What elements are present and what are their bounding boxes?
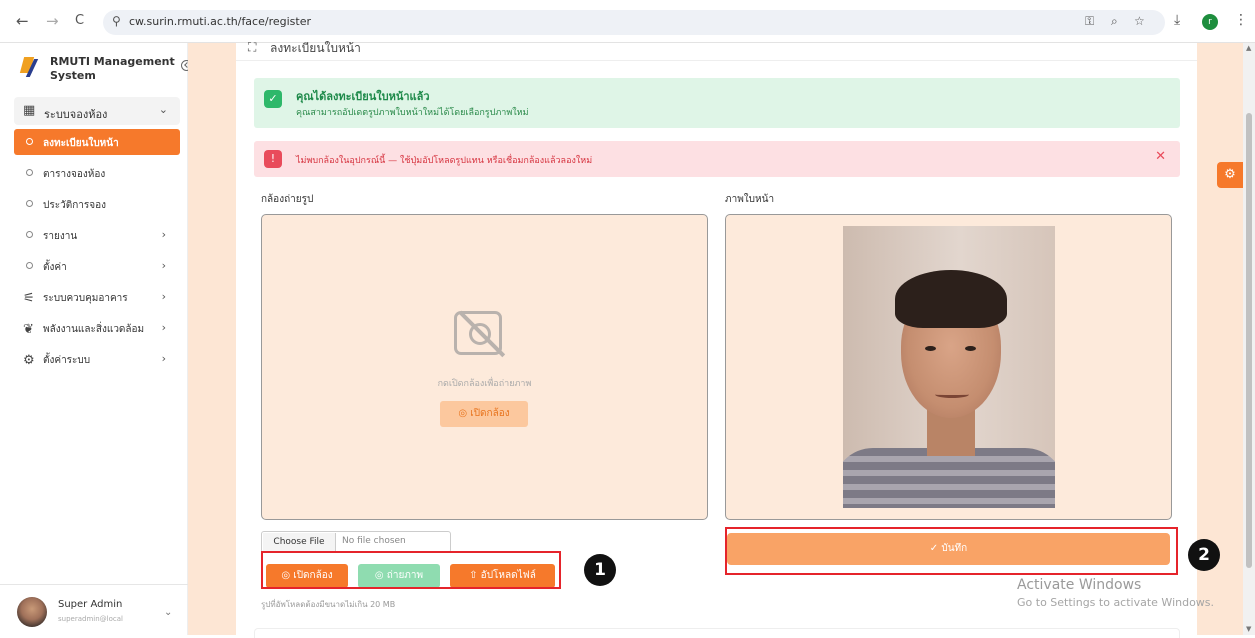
highlight-box-1: [261, 551, 561, 589]
close-icon[interactable]: ✕: [1155, 149, 1166, 164]
settings-float-gear-icon[interactable]: ⚙: [1217, 162, 1243, 188]
user-profile[interactable]: Super Admin superadmin@local ⌄: [0, 584, 188, 635]
nav-group-room-booking[interactable]: ▦ ระบบจองห้อง ⌄: [14, 97, 180, 125]
success-title: คุณได้ลงทะเบียนใบหน้าแล้ว: [296, 90, 430, 103]
check-circle-icon: ✓: [264, 90, 282, 108]
nav-item-label: ประวัติการจอง: [43, 200, 106, 211]
step-badge-1: 1: [584, 554, 616, 586]
chevron-down-icon: ⌄: [164, 607, 173, 618]
user-name: Super Admin: [58, 599, 123, 610]
error-text: ไม่พบกล้องในอุปกรณ์นี้ — ใช้ปุ่มอัปโหลดร…: [296, 156, 593, 166]
leaf-icon: ❦: [23, 322, 34, 337]
gear-icon: ⚙: [23, 353, 35, 368]
chevron-right-icon: ›: [161, 290, 166, 303]
upload-size-note: รูปที่อัพโหลดต้องมีขนาดไม่เกิน 20 MB: [261, 600, 396, 609]
reload-icon[interactable]: C: [75, 12, 84, 30]
circle-icon: [26, 262, 33, 269]
password-key-icon[interactable]: ⚿: [1085, 14, 1094, 29]
nav-item-label: ตั้งค่า: [43, 262, 67, 273]
face-photo: [843, 226, 1055, 508]
activate-windows-title: Activate Windows: [1017, 577, 1142, 593]
circle-icon: [26, 200, 33, 207]
scroll-down-icon[interactable]: ▼: [1246, 625, 1251, 633]
nav-section-label: ระบบควบคุมอาคาร: [43, 293, 128, 304]
circle-icon: [26, 138, 33, 145]
card-header: ⛶ ลงทะเบียนใบหน้า: [236, 40, 1197, 61]
calendar-icon: ▦: [23, 103, 36, 118]
nav-section-label: พลังงานและสิ่งแวดล้อม: [43, 324, 145, 335]
zoom-icon[interactable]: ⌕: [1111, 14, 1118, 29]
address-bar[interactable]: ⚲ cw.surin.rmuti.ac.th/face/register ⚿ ⌕…: [103, 10, 1165, 35]
nav-item-label: ตารางจองห้อง: [43, 169, 106, 180]
error-alert: ! ไม่พบกล้องในอุปกรณ์นี้ — ใช้ปุ่มอัปโหล…: [254, 141, 1180, 177]
camera-hint: กดเปิดกล้องเพื่อถ่ายภาพ: [437, 379, 532, 389]
page-title: ลงทะเบียนใบหน้า: [270, 41, 361, 55]
browser-toolbar: ← → C ⚲ cw.surin.rmuti.ac.th/face/regist…: [0, 0, 1255, 43]
nav-section-label: ตั้งค่าระบบ: [43, 355, 91, 366]
brand-name: RMUTI Management System: [50, 55, 175, 83]
success-subtitle: คุณสามารถอัปเดตรูปภาพใบหน้าใหม่ได้โดยเลื…: [296, 108, 529, 118]
menu-kebab-icon[interactable]: ⋮: [1234, 12, 1248, 28]
nav-item-face-register[interactable]: ลงทะเบียนใบหน้า: [14, 129, 180, 155]
sliders-icon: ⚟: [23, 291, 35, 306]
circle-icon: [26, 231, 33, 238]
rmuti-logo: [19, 57, 42, 81]
nav-section-building-control[interactable]: ⚟ ระบบควบคุมอาคาร ›: [14, 285, 180, 309]
chevron-down-icon: ⌄: [158, 103, 168, 116]
brand-line1: RMUTI Management: [50, 55, 175, 68]
nav-item-reports[interactable]: รายงาน ›: [14, 223, 180, 247]
nav-item-label: รายงาน: [43, 231, 78, 242]
nav-section-energy[interactable]: ❦ พลังงานและสิ่งแวดล้อม ›: [14, 316, 180, 340]
alert-circle-icon: !: [264, 150, 282, 168]
chevron-right-icon: ›: [161, 228, 166, 241]
avatar: [17, 597, 47, 627]
scrollbar-thumb[interactable]: [1246, 113, 1252, 568]
activate-windows-subtitle: Go to Settings to activate Windows.: [1017, 596, 1215, 609]
camera-off-icon: [454, 311, 502, 355]
file-input[interactable]: Choose File No file chosen: [261, 531, 451, 553]
nav-item-booking-table[interactable]: ตารางจองห้อง: [14, 161, 180, 185]
scrollbar[interactable]: ▲ ▼: [1243, 43, 1255, 635]
camera-label: กล้องถ่ายรูป: [261, 194, 314, 205]
chevron-right-icon: ›: [161, 352, 166, 365]
step-badge-2: 2: [1188, 539, 1220, 571]
highlight-box-2: [725, 527, 1178, 575]
nav-item-settings[interactable]: ตั้งค่า ›: [14, 254, 180, 278]
user-email: superadmin@local: [58, 615, 123, 623]
chevron-right-icon: ›: [161, 259, 166, 272]
scroll-up-icon[interactable]: ▲: [1246, 44, 1251, 52]
next-card-edge: [254, 628, 1180, 638]
back-icon[interactable]: ←: [16, 12, 29, 30]
success-alert: ✓ คุณได้ลงทะเบียนใบหน้าแล้ว คุณสามารถอัป…: [254, 78, 1180, 128]
sidebar: RMUTI Management System ▦ ระบบจองห้อง ⌄ …: [0, 43, 192, 635]
forward-icon[interactable]: →: [46, 12, 59, 30]
nav-item-label: ลงทะเบียนใบหน้า: [43, 138, 119, 149]
nav-item-booking-history[interactable]: ประวัติการจอง: [14, 192, 180, 216]
nav-section-system-settings[interactable]: ⚙ ตั้งค่าระบบ ›: [14, 347, 180, 371]
face-preview-panel: [725, 214, 1172, 520]
user-scan-icon: ⛶: [248, 40, 257, 54]
face-image-label: ภาพใบหน้า: [725, 194, 775, 205]
open-camera-center-button[interactable]: ◎ เปิดกล้อง: [440, 401, 528, 427]
bookmark-star-icon[interactable]: ☆: [1134, 14, 1145, 28]
no-file-text: No file chosen: [342, 536, 406, 546]
url-text: cw.surin.rmuti.ac.th/face/register: [129, 15, 311, 28]
brand-line2: System: [50, 69, 96, 82]
camera-panel: กดเปิดกล้องเพื่อถ่ายภาพ ◎ เปิดกล้อง: [261, 214, 708, 520]
chevron-right-icon: ›: [161, 321, 166, 334]
circle-icon: [26, 169, 33, 176]
nav-group-label: ระบบจองห้อง: [44, 108, 108, 121]
choose-file-button[interactable]: Choose File: [263, 533, 336, 551]
download-icon[interactable]: ⤓: [1174, 12, 1180, 28]
profile-avatar-icon[interactable]: r: [1202, 14, 1218, 30]
site-info-icon[interactable]: ⚲: [112, 14, 121, 28]
